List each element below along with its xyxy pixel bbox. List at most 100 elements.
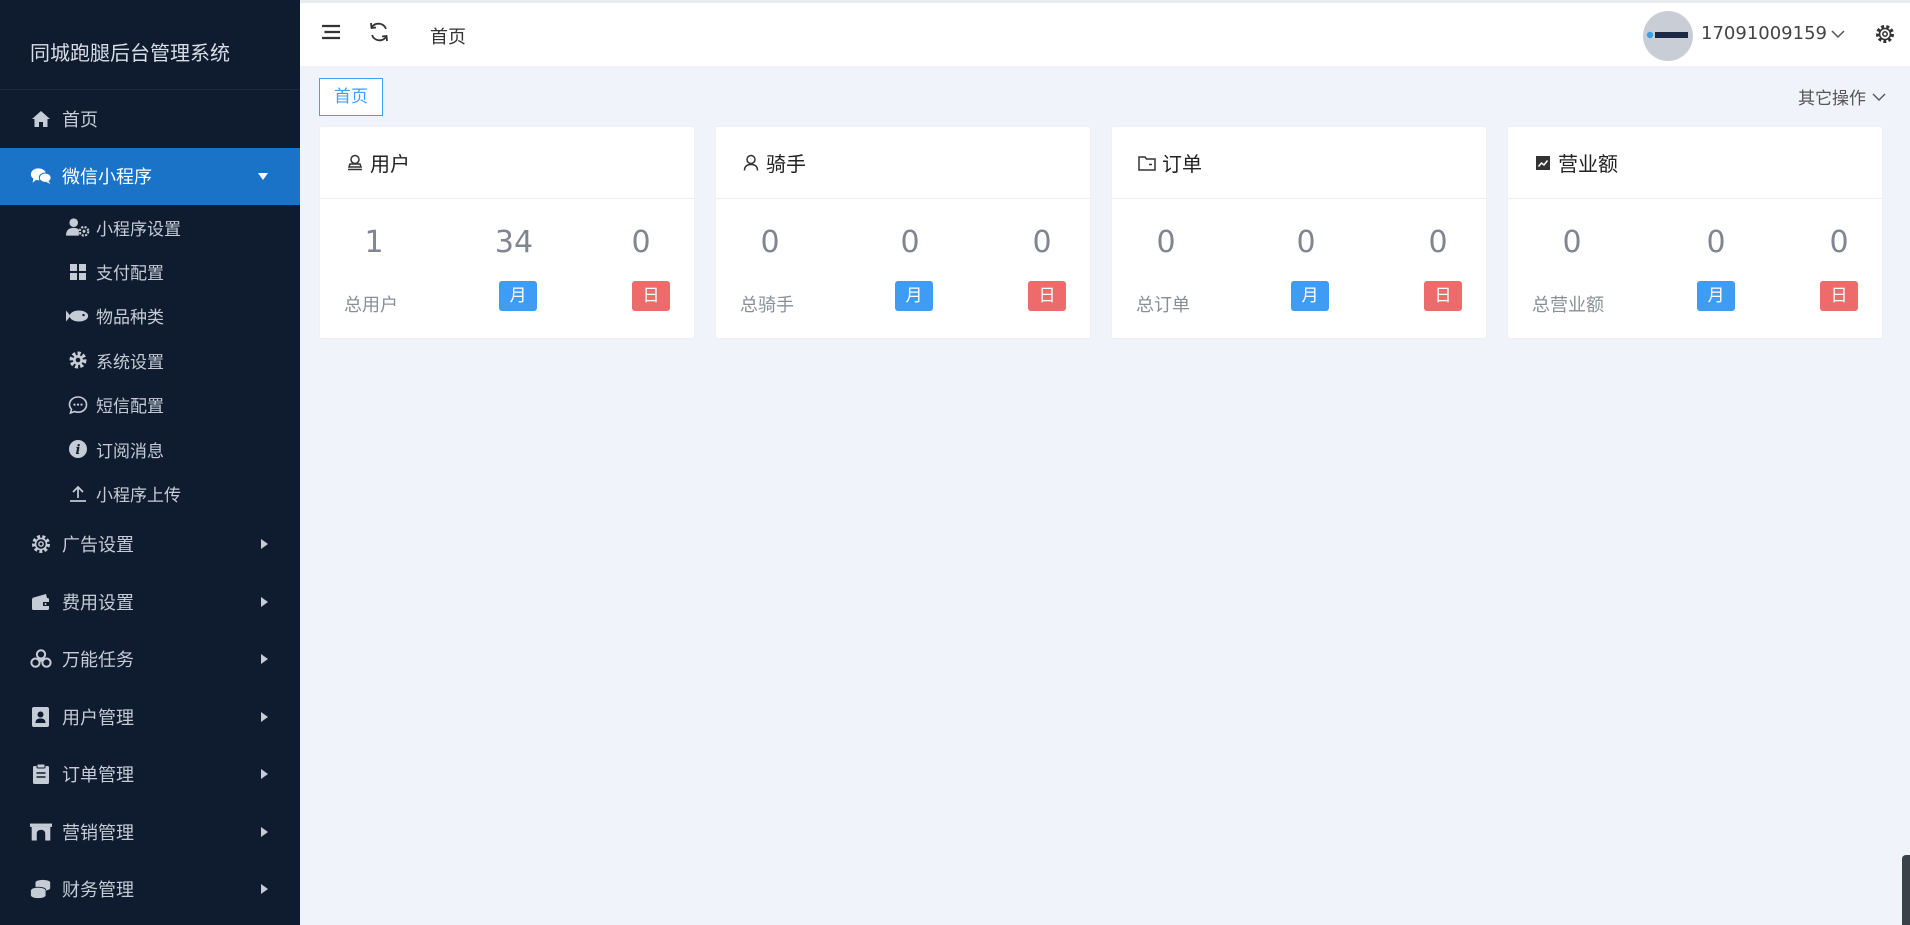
home-icon: [30, 108, 52, 130]
upload-icon: [66, 483, 90, 505]
stat-total: 0: [760, 225, 780, 260]
sidebar-item-user-management[interactable]: 用户管理: [0, 688, 300, 746]
settings-button[interactable]: [1874, 23, 1896, 49]
card-header: 骑手: [716, 127, 1090, 199]
sidebar-subitem-sms-config[interactable]: 短信配置: [0, 383, 300, 427]
rider-icon: [742, 154, 760, 172]
sidebar-item-label: 用户管理: [62, 707, 134, 729]
card-header: 订单: [1112, 127, 1486, 199]
day-badge: 日: [1424, 281, 1462, 311]
caret-down-icon: [258, 173, 268, 181]
breadcrumb[interactable]: 首页: [430, 23, 466, 49]
sidebar-subitem-label: 小程序设置: [96, 219, 181, 240]
avatar[interactable]: [1643, 11, 1693, 61]
sidebar-item-label: 财务管理: [62, 880, 134, 902]
sidebar: 同城跑腿后台管理系统 首页 微信小程序 小程序设置 支付配置 物品种类 系统设置…: [0, 0, 300, 925]
sidebar-item-universal-tasks[interactable]: 万能任务: [0, 631, 300, 689]
sidebar-item-label: 费用设置: [62, 592, 134, 614]
revenue-card: 营业额 0 0 0 总营业额 月 日: [1507, 126, 1883, 339]
sidebar-item-finance-management[interactable]: 财务管理: [0, 861, 300, 919]
wechat-icon: [30, 165, 52, 187]
stat-month: 34: [494, 225, 534, 260]
card-body: 0 0 0 总营业额 月 日: [1508, 199, 1882, 339]
sidebar-item-order-management[interactable]: 订单管理: [0, 746, 300, 804]
sidebar-item-label: 订单管理: [62, 765, 134, 787]
other-operations-label: 其它操作: [1798, 89, 1866, 109]
stat-day: 0: [1032, 225, 1052, 260]
month-badge: 月: [1697, 281, 1735, 311]
stat-label: 总订单: [1136, 295, 1190, 316]
username: 17091009159: [1701, 23, 1827, 44]
sidebar-item-label: 首页: [62, 109, 98, 131]
caret-right-icon: [261, 769, 268, 780]
sidebar-item-fee-settings[interactable]: 费用设置: [0, 573, 300, 631]
stat-day: 0: [631, 225, 651, 260]
orders-card: 订单 0 0 0 总订单 月 日: [1111, 126, 1487, 339]
riders-card: 骑手 0 0 0 总骑手 月 日: [715, 126, 1091, 339]
sidebar-subitem-system-settings[interactable]: 系统设置: [0, 338, 300, 382]
caret-right-icon: [261, 711, 268, 722]
sidebar-item-label: 万能任务: [62, 650, 134, 672]
svg-text:i: i: [76, 443, 81, 458]
refresh-button[interactable]: [366, 21, 392, 47]
stat-label: 总营业额: [1532, 295, 1604, 316]
sidebar-item-wechat-miniprogram[interactable]: 微信小程序: [0, 147, 300, 205]
sidebar-subitem-label: 支付配置: [96, 264, 164, 285]
top-bar: 首页 17091009159: [300, 0, 1910, 66]
stat-total: 0: [1562, 225, 1582, 260]
sidebar-subitem-label: 系统设置: [96, 352, 164, 373]
sidebar-subitem-payment-config[interactable]: 支付配置: [0, 249, 300, 293]
user-menu[interactable]: 17091009159: [1701, 23, 1845, 44]
stat-label: 总骑手: [740, 295, 794, 316]
stat-total: 1: [364, 225, 384, 260]
app-title: 同城跑腿后台管理系统: [0, 0, 300, 90]
caret-right-icon: [261, 826, 268, 837]
stat-total: 0: [1156, 225, 1176, 260]
scrollbar-thumb[interactable]: [1902, 855, 1910, 925]
card-header: 营业额: [1508, 127, 1882, 199]
card-body: 1 34 0 总用户 月 日: [320, 199, 694, 339]
caret-right-icon: [261, 654, 268, 665]
stat-month: 0: [1296, 225, 1316, 260]
day-badge: 日: [1820, 281, 1858, 311]
refresh-icon: [368, 21, 390, 47]
day-badge: 日: [632, 281, 670, 311]
gear-icon: [1874, 25, 1896, 49]
sidebar-subitem-label: 订阅消息: [96, 441, 164, 462]
grid-icon: [66, 261, 90, 283]
sidebar-item-ad-settings[interactable]: 广告设置: [0, 516, 300, 574]
sidebar-subitem-label: 短信配置: [96, 397, 164, 418]
tab-home[interactable]: 首页: [319, 78, 383, 116]
stat-month: 0: [900, 225, 920, 260]
fish-icon: [66, 305, 90, 327]
sidebar-item-marketing-management[interactable]: 营销管理: [0, 803, 300, 861]
wallet-icon: [30, 591, 52, 613]
cog-icon: [66, 349, 90, 371]
menu-toggle-button[interactable]: [318, 21, 344, 47]
chevron-down-icon: [1831, 29, 1845, 39]
stat-cards: 用户 1 34 0 总用户 月 日 骑手 0 0 0 总骑手 月 日 订单 0 …: [319, 126, 1885, 339]
coins-icon: [30, 878, 52, 900]
other-operations-dropdown[interactable]: 其它操作: [1798, 84, 1886, 109]
sidebar-item-home[interactable]: 首页: [0, 90, 300, 148]
info-icon: i: [66, 438, 90, 460]
stat-label: 总用户: [344, 295, 398, 316]
address-book-icon: [30, 706, 52, 728]
card-body: 0 0 0 总骑手 月 日: [716, 199, 1090, 339]
sidebar-subitem-miniprogram-upload[interactable]: 小程序上传: [0, 471, 300, 515]
month-badge: 月: [1291, 281, 1329, 311]
stat-day: 0: [1829, 225, 1849, 260]
gear-outline-icon: [30, 533, 52, 555]
caret-right-icon: [261, 884, 268, 895]
archway-icon: [30, 821, 52, 843]
stat-day: 0: [1428, 225, 1448, 260]
card-title: 营业额: [1558, 152, 1618, 176]
sidebar-subitem-miniprogram-settings[interactable]: 小程序设置: [0, 205, 300, 249]
sidebar-subitem-item-categories[interactable]: 物品种类: [0, 294, 300, 338]
chevron-down-icon: [1872, 92, 1886, 102]
chart-icon: [1534, 154, 1552, 172]
month-badge: 月: [499, 281, 537, 311]
chat-bubble-icon: [66, 394, 90, 416]
caret-right-icon: [261, 539, 268, 550]
sidebar-subitem-subscription-messages[interactable]: i 订阅消息: [0, 427, 300, 471]
